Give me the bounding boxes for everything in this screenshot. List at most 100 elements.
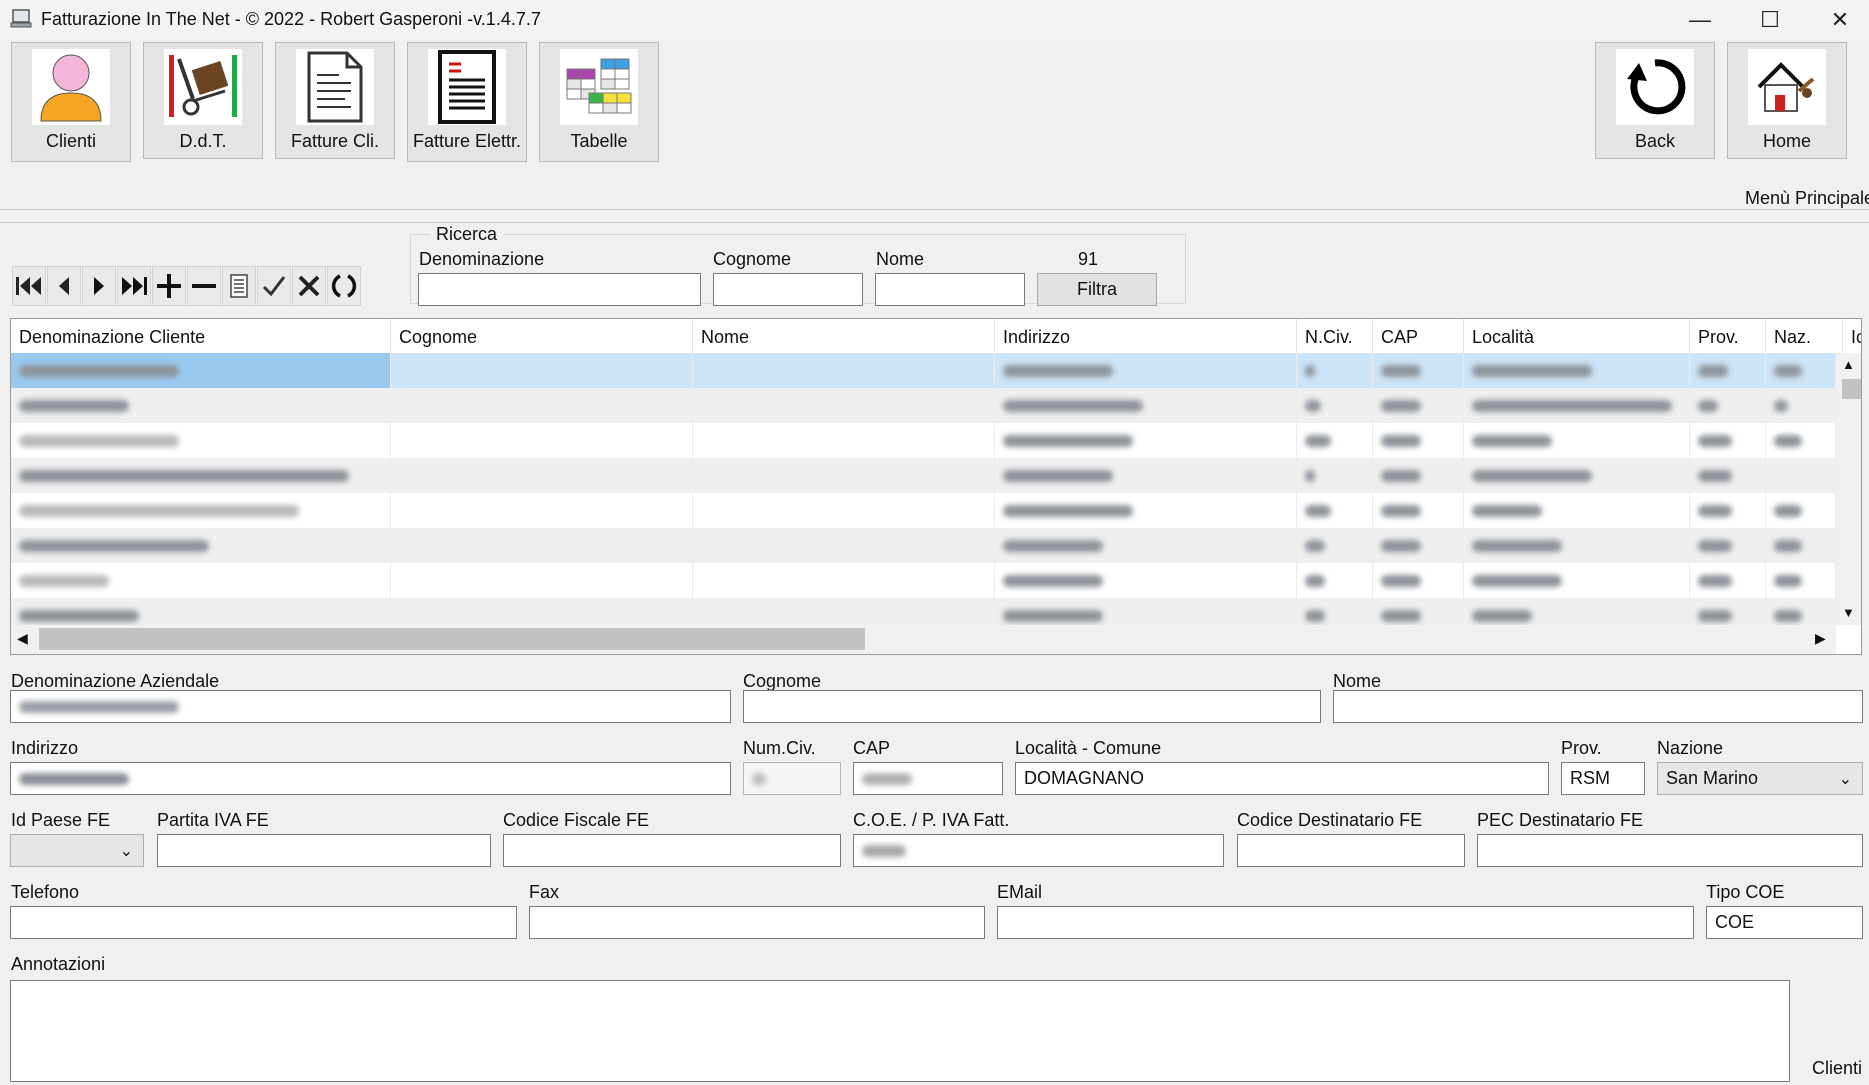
annotazioni-textarea[interactable]	[10, 980, 1790, 1082]
table-row[interactable]	[11, 493, 1836, 528]
search-denominazione-label: Denominazione	[419, 249, 545, 269]
search-cognome-label: Cognome	[713, 249, 792, 269]
table-cell	[693, 493, 995, 528]
obscured-text	[1305, 504, 1331, 517]
obscured-text	[1003, 434, 1133, 447]
column-header[interactable]: Naz.	[1766, 319, 1843, 353]
cap-input[interactable]	[853, 762, 1003, 795]
horizontal-scroll-thumb[interactable]	[39, 628, 865, 650]
obscured-text	[1381, 399, 1421, 412]
scroll-down-icon[interactable]: ▼	[1842, 605, 1855, 620]
horizontal-scrollbar[interactable]: ◀ ▶	[11, 625, 1836, 654]
table-row[interactable]	[11, 388, 1836, 423]
back-button[interactable]: Back	[1595, 42, 1715, 159]
obscured-text	[19, 469, 349, 482]
column-header[interactable]: Cognome	[391, 319, 693, 353]
codfiscale-input[interactable]	[503, 834, 841, 867]
tabelle-button[interactable]: Tabelle	[539, 42, 659, 162]
coddest-input[interactable]	[1237, 834, 1465, 867]
delete-record-button[interactable]	[187, 266, 221, 306]
home-icon	[1748, 49, 1826, 125]
telefono-input[interactable]	[10, 906, 517, 939]
filter-button[interactable]: Filtra	[1037, 273, 1157, 306]
localita-input[interactable]: DOMAGNANO	[1015, 762, 1549, 795]
cognome-label: Cognome	[743, 671, 822, 691]
scroll-right-icon[interactable]: ▶	[1815, 630, 1826, 647]
table-row[interactable]	[11, 563, 1836, 598]
telefono-label: Telefono	[11, 882, 80, 902]
column-header[interactable]: Prov.	[1690, 319, 1766, 353]
search-legend: Ricerca	[430, 224, 504, 245]
table-cell	[11, 423, 391, 458]
table-cell	[995, 563, 1297, 598]
column-header[interactable]: Nome	[693, 319, 995, 353]
nome-input[interactable]	[1333, 690, 1863, 723]
obscured-text	[1698, 399, 1718, 412]
annotazioni-label: Annotazioni	[11, 954, 106, 974]
customers-grid[interactable]: Denominazione Cliente Cognome Nome Indir…	[10, 318, 1862, 655]
column-header[interactable]: Località	[1464, 319, 1690, 353]
pec-input[interactable]	[1477, 834, 1863, 867]
idpaese-select[interactable]: ⌄	[10, 834, 144, 867]
fatture-elettr-button[interactable]: Fatture Elettr.	[407, 42, 527, 162]
vertical-scroll-thumb[interactable]	[1842, 379, 1861, 399]
column-header[interactable]: CAP	[1373, 319, 1464, 353]
table-row[interactable]	[11, 528, 1836, 563]
table-cell	[391, 423, 693, 458]
refresh-button[interactable]	[327, 266, 361, 306]
nazione-select[interactable]: San Marino ⌄	[1657, 762, 1863, 795]
maximize-button[interactable]: ☐	[1735, 0, 1805, 40]
table-cell	[1373, 458, 1464, 493]
home-button[interactable]: Home	[1727, 42, 1847, 159]
partitaiva-input[interactable]	[157, 834, 491, 867]
table-row[interactable]	[11, 353, 1836, 388]
table-cell	[995, 388, 1297, 423]
last-record-button[interactable]	[117, 266, 151, 306]
minimize-button[interactable]: —	[1665, 0, 1735, 40]
add-record-button[interactable]	[152, 266, 186, 306]
first-record-button[interactable]	[12, 266, 46, 306]
column-header[interactable]: Indirizzo	[995, 319, 1297, 353]
scroll-up-icon[interactable]: ▲	[1842, 357, 1855, 372]
denominazione-input[interactable]	[10, 690, 731, 723]
obscured-text	[19, 364, 179, 377]
coe-input[interactable]	[853, 834, 1224, 867]
numciv-input[interactable]	[743, 762, 841, 795]
search-nome-input[interactable]	[875, 273, 1025, 306]
fax-input[interactable]	[529, 906, 985, 939]
search-denominazione-input[interactable]	[418, 273, 701, 306]
tipocoe-input[interactable]: COE	[1706, 906, 1863, 939]
column-header[interactable]: N.Civ.	[1297, 319, 1373, 353]
fatture-cli-button[interactable]: Fatture Cli.	[275, 42, 395, 159]
table-cell	[1373, 353, 1464, 388]
confirm-button[interactable]	[257, 266, 291, 306]
obscured-text	[1774, 504, 1802, 517]
column-header[interactable]: Denominazione Cliente	[11, 319, 391, 353]
table-cell	[1297, 458, 1373, 493]
close-button[interactable]: ✕	[1805, 0, 1869, 40]
table-cell	[995, 528, 1297, 563]
scroll-left-icon[interactable]: ◀	[17, 630, 28, 647]
next-record-button[interactable]	[82, 266, 116, 306]
next-record-icon	[94, 277, 104, 295]
confirm-icon	[262, 276, 286, 297]
prev-record-button[interactable]	[47, 266, 81, 306]
ddt-button[interactable]: D.d.T.	[143, 42, 263, 159]
table-cell	[1766, 458, 1836, 493]
column-header[interactable]: Ic	[1843, 319, 1861, 353]
cancel-button[interactable]	[292, 266, 326, 306]
prov-input[interactable]: RSM	[1561, 762, 1645, 795]
table-cell	[1766, 353, 1836, 388]
email-input[interactable]	[997, 906, 1694, 939]
search-cognome-input[interactable]	[713, 273, 863, 306]
vertical-scrollbar[interactable]: ▲ ▼	[1836, 353, 1861, 625]
edit-record-button[interactable]	[222, 266, 256, 306]
cognome-input[interactable]	[743, 690, 1321, 723]
clienti-button[interactable]: Clienti	[11, 42, 131, 162]
table-row[interactable]	[11, 458, 1836, 493]
obscured-text	[1774, 609, 1802, 622]
table-cell	[1297, 388, 1373, 423]
table-row[interactable]	[11, 423, 1836, 458]
table-row[interactable]	[11, 598, 1836, 625]
indirizzo-input[interactable]	[10, 762, 731, 795]
